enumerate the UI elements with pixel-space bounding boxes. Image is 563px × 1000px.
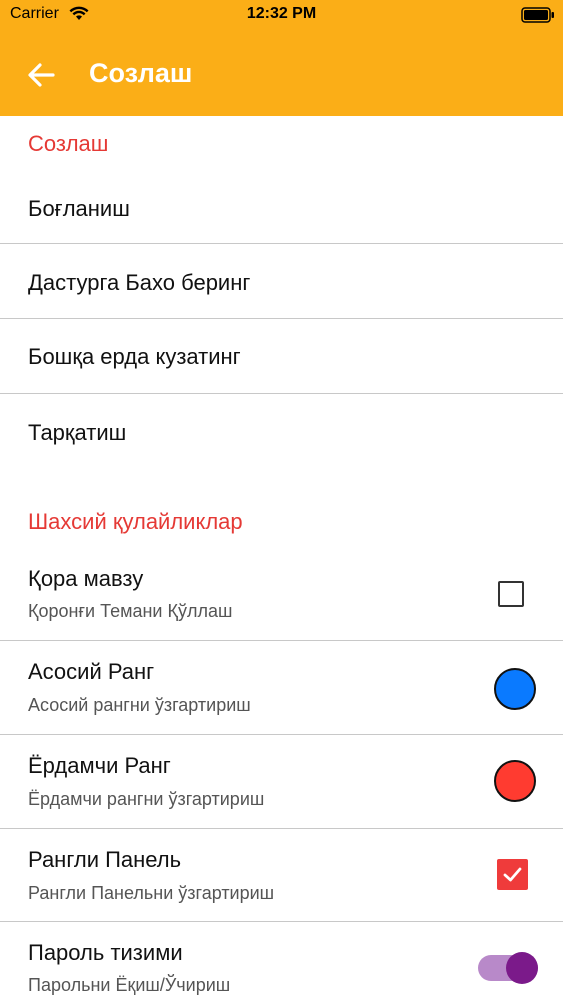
pref-item-subtitle: Асосий рангни ўзгартириш bbox=[28, 695, 251, 715]
settings-item-share[interactable]: Тарқатиш bbox=[0, 394, 563, 470]
pref-item-password[interactable]: Пароль тизими Парольни Ёқиш/Ўчириш bbox=[0, 922, 563, 1000]
pref-item-dark-theme[interactable]: Қора мавзу Қоронғи Темани Қўллаш bbox=[0, 552, 563, 640]
settings-item-label: Боғланиш bbox=[28, 196, 130, 221]
checkmark-icon bbox=[503, 867, 522, 882]
dark-theme-checkbox[interactable] bbox=[498, 581, 524, 607]
pref-item-subtitle: Қоронғи Темани Қўллаш bbox=[28, 601, 233, 621]
pref-item-subtitle: Ёрдамчи рангни ўзгартириш bbox=[28, 789, 265, 809]
battery-icon bbox=[521, 7, 555, 28]
pref-item-label: Ёрдамчи Ранг bbox=[28, 753, 171, 778]
toggle-thumb bbox=[506, 952, 538, 984]
pref-item-colored-panel[interactable]: Рангли Панель Рангли Панельни ўзгартириш bbox=[0, 829, 563, 921]
secondary-color-swatch[interactable] bbox=[494, 760, 536, 802]
pref-item-label: Қора мавзу bbox=[28, 566, 144, 591]
status-bar: Carrier 12:32 PM bbox=[0, 0, 563, 30]
password-toggle[interactable] bbox=[478, 951, 540, 984]
pref-item-primary-color[interactable]: Асосий Ранг Асосий рангни ўзгартириш bbox=[0, 641, 563, 734]
pref-item-subtitle: Парольни Ёқиш/Ўчириш bbox=[28, 975, 231, 995]
clock: 12:32 PM bbox=[246, 5, 317, 22]
pref-item-secondary-color[interactable]: Ёрдамчи Ранг Ёрдамчи рангни ўзгартириш bbox=[0, 735, 563, 828]
settings-item-contact[interactable]: Боғланиш bbox=[0, 170, 563, 244]
app-bar: Carrier 12:32 PM Созлаш bbox=[0, 0, 563, 116]
settings-item-label: Бошқа ерда кузатинг bbox=[28, 344, 241, 369]
colored-panel-checkbox[interactable] bbox=[497, 859, 528, 890]
section-header-preferences: Шахсий қулайликлар bbox=[28, 509, 243, 534]
pref-item-subtitle: Рангли Панельни ўзгартириш bbox=[28, 883, 275, 903]
settings-item-label: Тарқатиш bbox=[28, 420, 127, 445]
settings-item-follow[interactable]: Бошқа ерда кузатинг bbox=[0, 319, 563, 393]
pref-item-label: Пароль тизими bbox=[28, 940, 183, 965]
pref-item-label: Асосий Ранг bbox=[28, 659, 155, 684]
settings-item-label: Дастурга Бахо беринг bbox=[28, 270, 251, 295]
back-arrow-icon[interactable] bbox=[26, 60, 56, 90]
page-title: Созлаш bbox=[89, 58, 193, 88]
pref-item-label: Рангли Панель bbox=[28, 847, 182, 872]
section-header-settings: Созлаш bbox=[28, 131, 109, 156]
settings-item-rate-app[interactable]: Дастурга Бахо беринг bbox=[0, 244, 563, 319]
primary-color-swatch[interactable] bbox=[494, 668, 536, 710]
